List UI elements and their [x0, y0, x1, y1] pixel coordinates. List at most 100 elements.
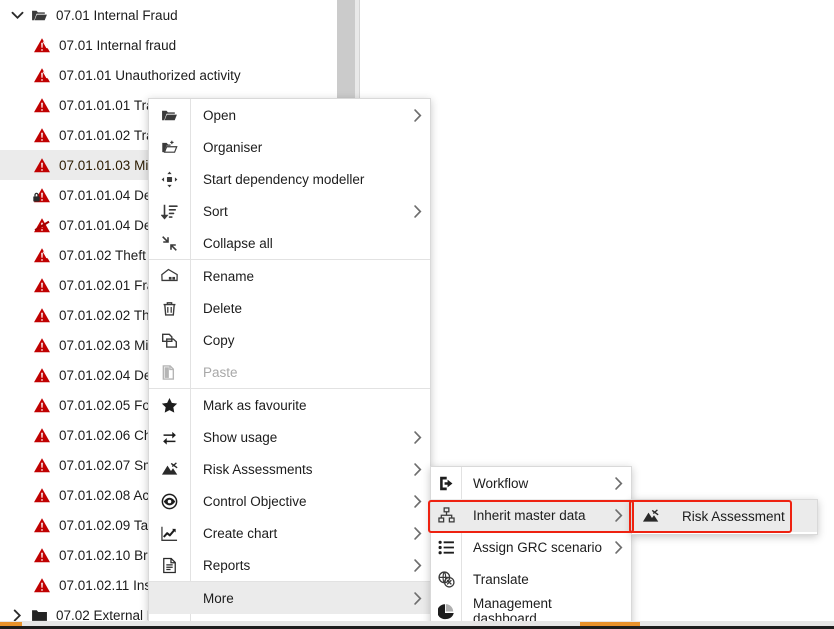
menu-item-workflow[interactable]: Workflow — [431, 467, 631, 499]
more-submenu[interactable]: Workflow Inherit master data Assign GRC sc… — [430, 466, 632, 629]
show-usage-icon — [149, 421, 190, 453]
copy-icon — [149, 324, 190, 356]
submenu-arrow-icon — [404, 462, 430, 477]
inherit-submenu-body: Risk Assessment — [632, 500, 817, 532]
submenu-arrow-icon — [605, 508, 631, 523]
menu-item-show-usage[interactable]: Show usage — [149, 421, 430, 453]
tree-context-menu[interactable]: Open Organiser Start dependency modeller So… — [148, 98, 431, 627]
menu-item-inherit-master-data[interactable]: Inherit master data — [431, 499, 631, 531]
menu-item-label: Collapse all — [203, 235, 273, 251]
tree-item-label: 07.01.01 Unauthorized activity — [59, 67, 241, 83]
menu-item-open[interactable]: Open — [149, 99, 430, 131]
tree-item-label: 07.01 Internal fraud — [59, 37, 177, 53]
menu-item-label: Rename — [203, 268, 255, 284]
chevron-right-icon[interactable] — [6, 608, 28, 622]
vertical-scrollbar-thumb[interactable] — [337, 0, 355, 101]
menu-item-translate[interactable]: Translate — [431, 563, 631, 595]
menu-item-mark-as-favourite[interactable]: Mark as favourite — [149, 389, 430, 421]
menu-item-create-chart[interactable]: Create chart — [149, 517, 430, 549]
menu-item-label: Control Objective — [203, 493, 307, 509]
risk-hazard-icon — [31, 577, 53, 594]
paste-icon — [149, 356, 190, 388]
menu-item-label: Paste — [203, 364, 238, 380]
menu-item-label: Translate — [473, 571, 529, 587]
risk-hazard-icon — [31, 37, 53, 54]
document-icon — [149, 549, 190, 581]
trash-icon — [149, 292, 190, 324]
line-chart-icon — [149, 517, 190, 549]
submenu-arrow-icon — [605, 476, 631, 491]
more-submenu-body: Workflow Inherit master data Assign GRC sc… — [431, 467, 631, 627]
menu-item-label: Reports — [203, 557, 251, 573]
menu-item-label: Open — [203, 107, 237, 123]
tree-item-label: 07.01 Internal Fraud — [56, 7, 178, 23]
menu-item-label: Create chart — [203, 525, 278, 541]
submenu-arrow-icon — [404, 430, 430, 445]
risk-hazard-locked-icon — [31, 187, 53, 204]
menu-item-control-objective[interactable]: Control Objective — [149, 485, 430, 517]
list-icon — [431, 531, 461, 563]
menu-item-label: Workflow — [473, 475, 529, 491]
menu-item-risk-assessment[interactable]: Risk Assessment — [632, 500, 817, 532]
menu-item-paste: Paste — [149, 356, 430, 388]
risk-hazard-icon — [31, 67, 53, 84]
menu-item-rename[interactable]: Rename — [149, 260, 430, 292]
risk-hazard-icon — [31, 487, 53, 504]
submenu-arrow-icon — [404, 526, 430, 541]
risk-hazard-icon — [31, 367, 53, 384]
risk-hazard-inactive-icon — [31, 217, 53, 234]
risk-hazard-icon — [31, 247, 53, 264]
menu-item-copy[interactable]: Copy — [149, 324, 430, 356]
menu-item-label: Risk Assessment — [682, 508, 785, 524]
tree-row[interactable]: 07.01.01 Unauthorized activity — [0, 60, 360, 90]
hierarchy-icon — [431, 499, 461, 531]
sort-icon — [149, 195, 190, 227]
menu-item-start-dependency-modeller[interactable]: Start dependency modeller — [149, 163, 430, 195]
risk-assessment-icon — [149, 453, 190, 485]
menu-item-label: Start dependency modeller — [203, 171, 365, 187]
submenu-arrow-icon — [404, 108, 430, 123]
risk-hazard-icon — [31, 157, 53, 174]
risk-hazard-icon — [31, 427, 53, 444]
risk-hazard-icon — [31, 127, 53, 144]
menu-item-label: Mark as favourite — [203, 397, 307, 413]
bottom-status-bar — [0, 621, 834, 629]
risk-hazard-icon — [31, 337, 53, 354]
tree-row[interactable]: 07.01 Internal Fraud — [0, 0, 360, 30]
folder-open-icon — [28, 7, 50, 24]
tree-row[interactable]: 07.01 Internal fraud — [0, 30, 360, 60]
menu-item-reports[interactable]: Reports — [149, 549, 430, 581]
risk-assessment-icon — [632, 500, 668, 532]
menu-item-delete[interactable]: Delete — [149, 292, 430, 324]
translate-icon — [431, 563, 461, 595]
submenu-arrow-icon — [605, 540, 631, 555]
risk-hazard-icon — [31, 97, 53, 114]
workflow-export-icon — [431, 467, 461, 499]
menu-item-more[interactable]: More — [149, 582, 430, 614]
inherit-master-data-submenu[interactable]: Risk Assessment — [631, 499, 818, 535]
menu-item-label: Show usage — [203, 429, 278, 445]
menu-item-organiser[interactable]: Organiser — [149, 131, 430, 163]
menu-item-label: More — [203, 590, 234, 606]
menu-item-assign-grc-scenario[interactable]: Assign GRC scenario — [431, 531, 631, 563]
submenu-arrow-icon — [404, 558, 430, 573]
risk-hazard-icon — [31, 277, 53, 294]
star-icon — [149, 389, 190, 421]
risk-hazard-icon — [31, 547, 53, 564]
menu-item-label: Copy — [203, 332, 235, 348]
submenu-arrow-icon — [404, 591, 430, 606]
context-menu-body: Open Organiser Start dependency modeller So… — [149, 99, 430, 614]
menu-item-risk-assessments[interactable]: Risk Assessments — [149, 453, 430, 485]
folder-closed-icon — [28, 607, 50, 622]
menu-item-collapse-all[interactable]: Collapse all — [149, 227, 430, 259]
menu-item-label: Sort — [203, 203, 228, 219]
menu-item-sort[interactable]: Sort — [149, 195, 430, 227]
eye-icon — [149, 485, 190, 517]
folder-organiser-icon — [149, 131, 190, 163]
chevron-down-icon[interactable] — [6, 8, 28, 23]
risk-hazard-icon — [31, 517, 53, 534]
menu-item-label: Organiser — [203, 139, 263, 155]
menu-item-label: Inherit master data — [473, 507, 586, 523]
menu-item-label: Assign GRC scenario — [473, 539, 603, 555]
menu-item-label: Risk Assessments — [203, 461, 313, 477]
